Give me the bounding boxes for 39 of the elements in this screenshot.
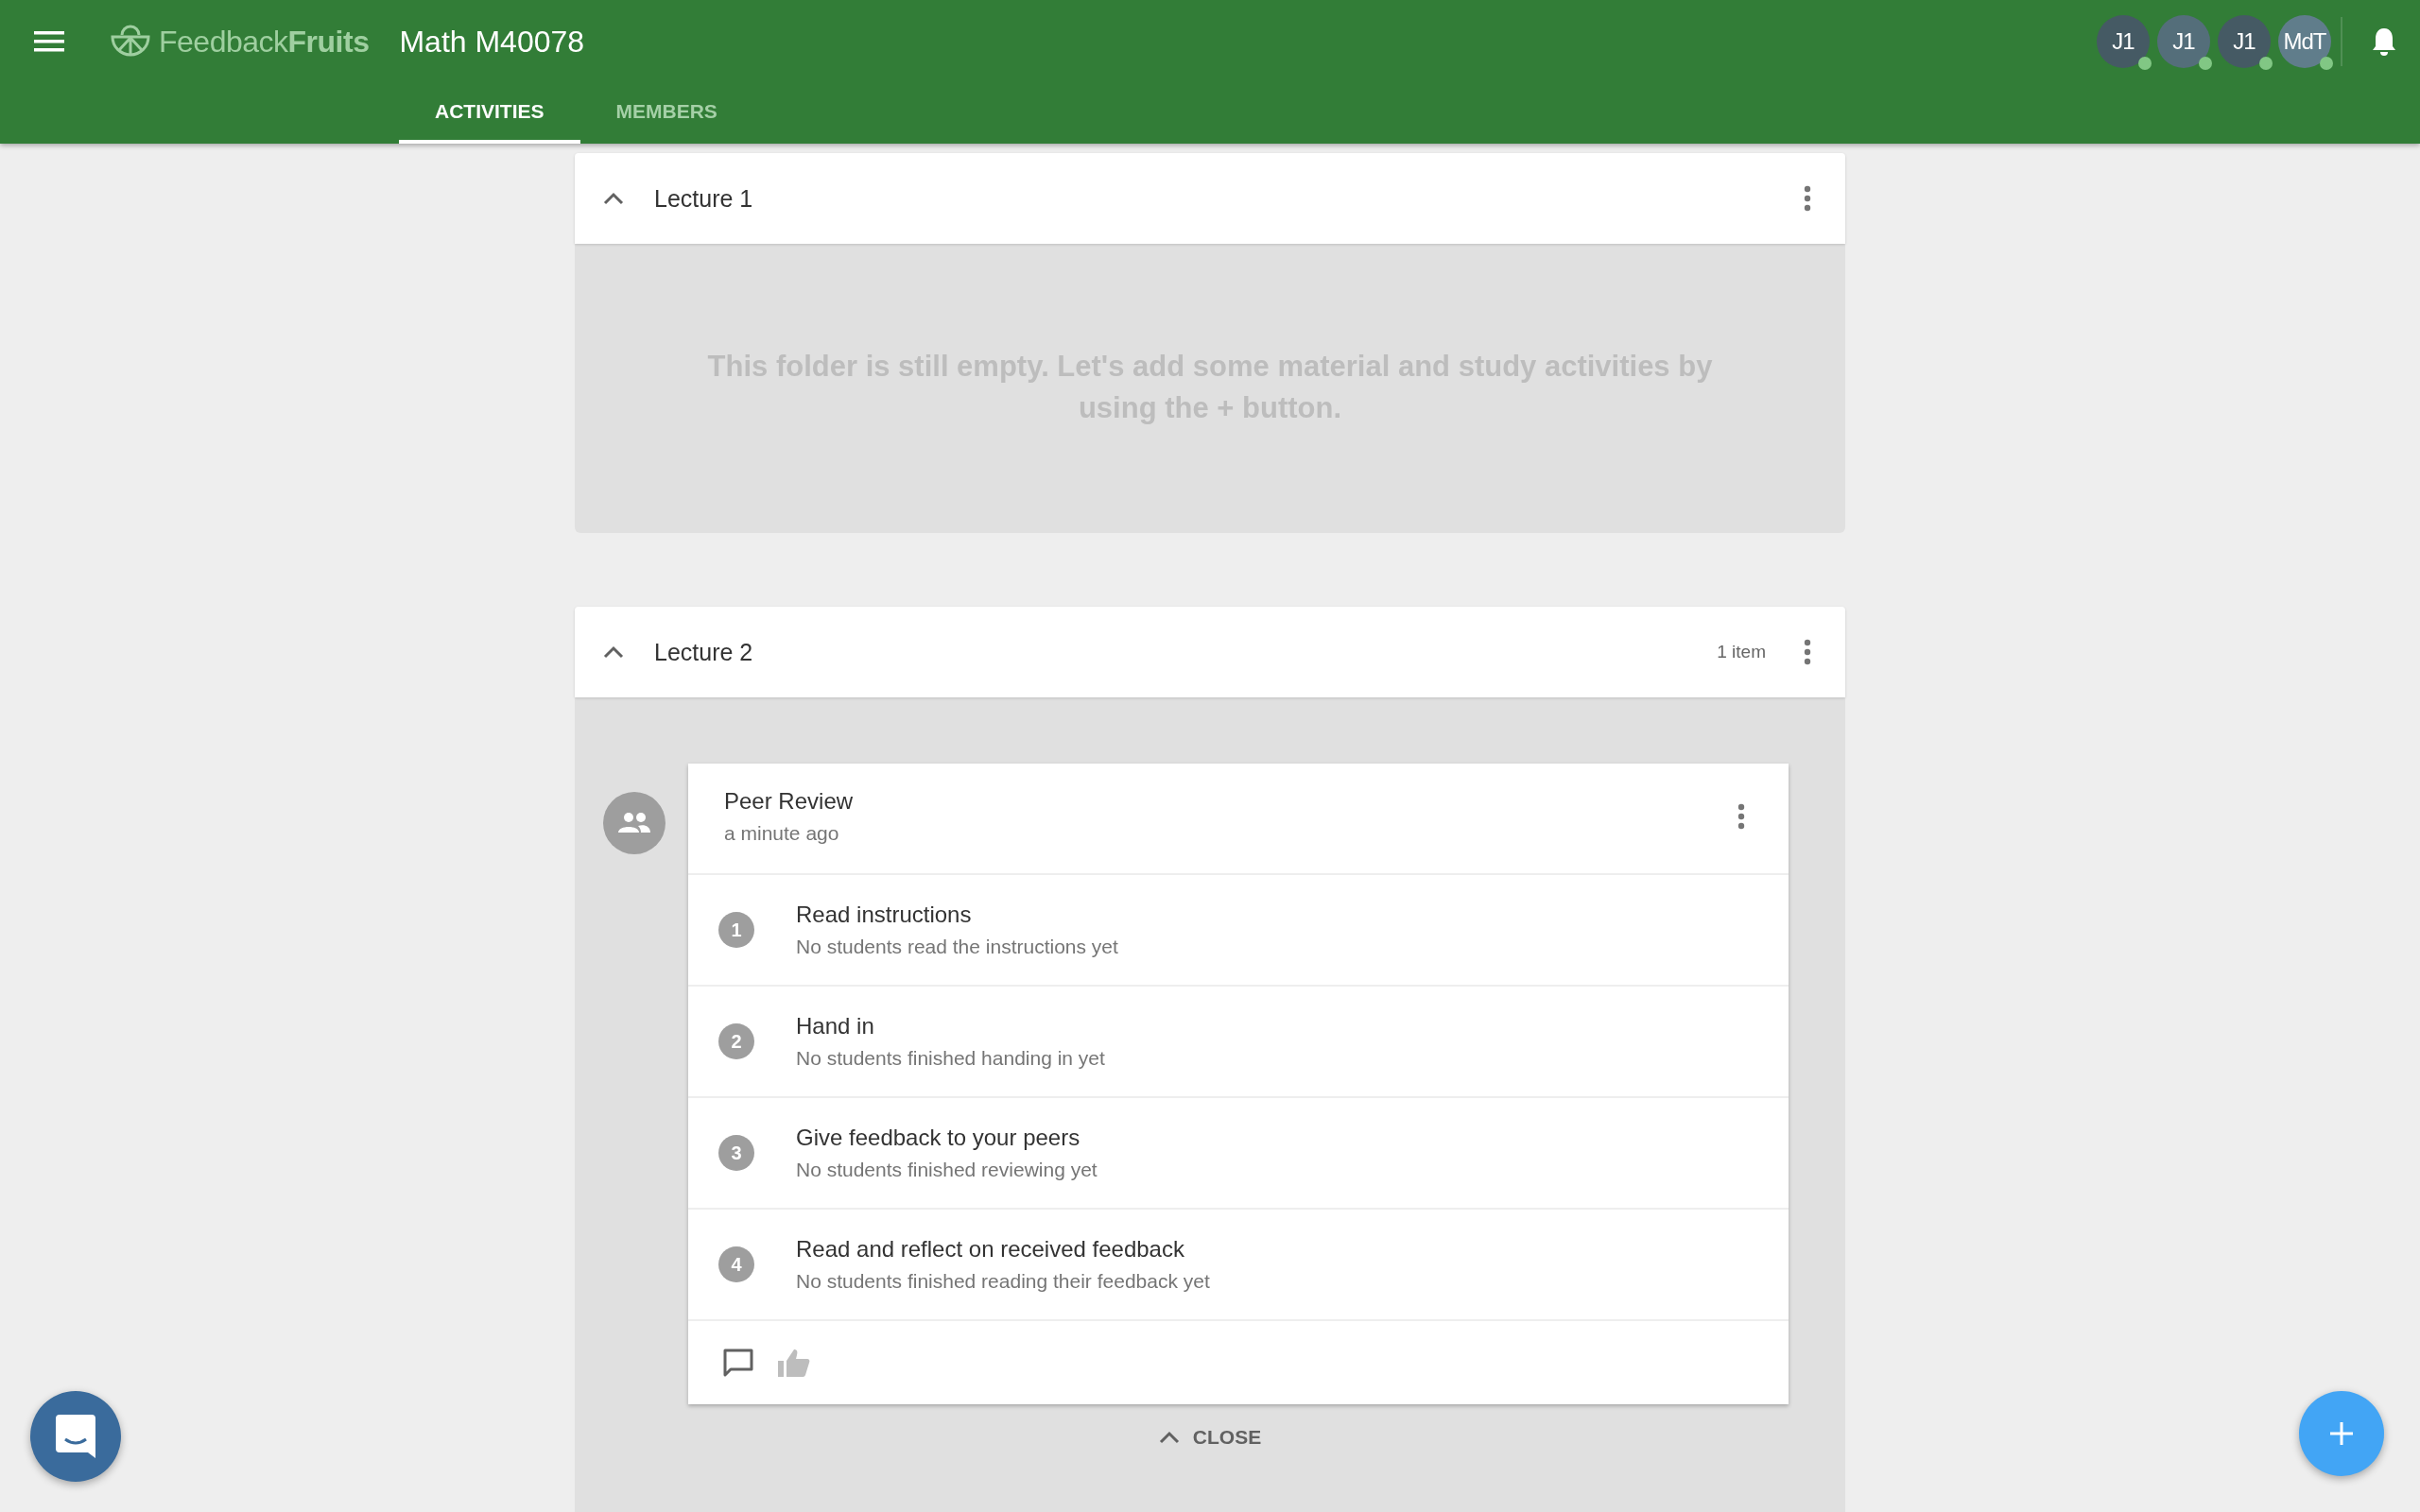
- chat-bubble-icon: [54, 1413, 97, 1460]
- folder-header[interactable]: Lecture 1: [575, 153, 1845, 244]
- step-number: 2: [718, 1023, 754, 1059]
- more-options-icon[interactable]: [1804, 185, 1811, 212]
- brand-logo-text: FeedbackFruits: [159, 24, 370, 60]
- step-status: No students read the instructions yet: [796, 936, 1118, 958]
- folder-title: Lecture 1: [654, 184, 754, 213]
- step-title: Read instructions: [796, 902, 973, 928]
- step-status: No students finished handing in yet: [796, 1047, 1105, 1070]
- collapse-chevron-icon[interactable]: [603, 645, 624, 659]
- chevron-up-icon: [1158, 1431, 1180, 1444]
- menu-icon[interactable]: [34, 31, 64, 52]
- member-avatar[interactable]: J1: [2157, 15, 2210, 68]
- item-count: 1 item: [1717, 642, 1766, 662]
- folder-title: Lecture 2: [654, 638, 754, 666]
- plus-icon: [2329, 1421, 2354, 1446]
- step-title: Read and reflect on received feedback: [796, 1236, 1185, 1263]
- more-options-icon[interactable]: [1804, 639, 1811, 665]
- notifications-bell-icon[interactable]: [2371, 26, 2397, 57]
- nav-tab[interactable]: ACTIVITIES: [399, 83, 580, 144]
- activity-timestamp: a minute ago: [724, 822, 840, 845]
- collapse-chevron-icon[interactable]: [603, 192, 624, 205]
- thumbs-up-icon[interactable]: [777, 1348, 811, 1378]
- folder-header[interactable]: Lecture 2 1 item: [575, 607, 1845, 697]
- member-avatar[interactable]: MdT: [2278, 15, 2331, 68]
- step-status: No students finished reviewing yet: [796, 1159, 1098, 1181]
- activity-title[interactable]: Peer Review: [724, 788, 854, 815]
- step-number: 1: [718, 912, 754, 948]
- member-avatar[interactable]: J1: [2097, 15, 2150, 68]
- member-avatar[interactable]: J1: [2218, 15, 2271, 68]
- close-button[interactable]: CLOSE: [1152, 1425, 1268, 1450]
- step-status: No students finished reading their feedback yet: [796, 1270, 1210, 1293]
- step-number: 3: [718, 1135, 754, 1171]
- comment-icon[interactable]: [722, 1348, 754, 1378]
- step-title: Give feedback to your peers: [796, 1125, 1081, 1151]
- chat-launcher-button[interactable]: [30, 1391, 121, 1482]
- step-title: Hand in: [796, 1013, 875, 1040]
- course-title: Math M40078: [399, 24, 585, 60]
- step-number: 4: [718, 1246, 754, 1282]
